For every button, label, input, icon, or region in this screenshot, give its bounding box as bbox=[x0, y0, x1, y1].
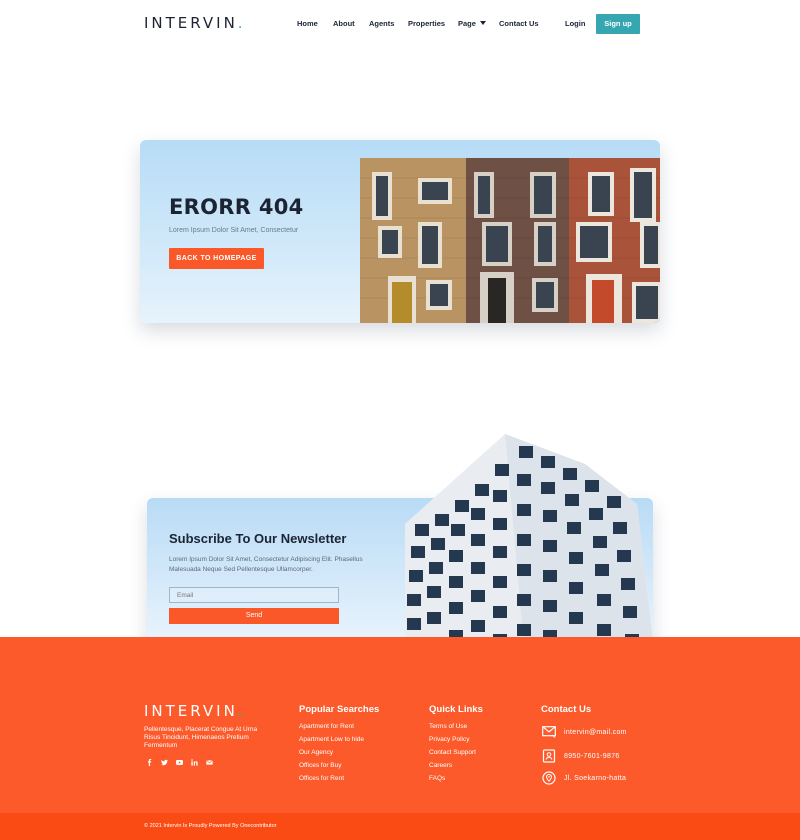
newsletter-email-input[interactable] bbox=[169, 587, 339, 603]
brand-logo[interactable]: INTERVIN. bbox=[144, 14, 246, 32]
quick-link[interactable]: Privacy Policy bbox=[429, 736, 476, 749]
contact-email-row[interactable]: intervin@mail.com bbox=[542, 726, 627, 738]
popular-search-link[interactable]: Offices for Buy bbox=[299, 762, 364, 775]
top-navbar: INTERVIN. Home About Agents Properties P… bbox=[0, 0, 800, 48]
copyright-text: © 2021 Intervin Is Proudly Powered By On… bbox=[144, 823, 277, 829]
quick-link[interactable]: Terms of Use bbox=[429, 723, 476, 736]
contact-us-title: Contact Us bbox=[541, 704, 592, 715]
quick-link[interactable]: Contact Support bbox=[429, 749, 476, 762]
error-subtitle: Lorem Ipsum Dolor Sit Amet, Consectetur bbox=[169, 227, 299, 234]
email-icon bbox=[542, 726, 556, 738]
chevron-down-icon bbox=[479, 21, 486, 25]
facebook-icon[interactable] bbox=[146, 759, 153, 766]
popular-searches-list: Apartment for Rent Apartment Low to hide… bbox=[299, 723, 364, 788]
popular-search-link[interactable]: Apartment Low to hide bbox=[299, 736, 364, 749]
newsletter-description: Lorem Ipsum Dolor Sit Amet, Consectetur … bbox=[169, 556, 363, 573]
linkedin-icon[interactable] bbox=[191, 759, 198, 766]
popular-search-link[interactable]: Offices for Rent bbox=[299, 775, 364, 788]
login-link[interactable]: Login bbox=[565, 19, 585, 28]
footer: INTERVIN. Pellentesque, Placerat Congue … bbox=[0, 637, 800, 813]
footer-logo[interactable]: INTERVIN. bbox=[144, 702, 246, 720]
contact-address: Jl. Soekarno-hatta bbox=[564, 774, 627, 782]
twitter-icon[interactable] bbox=[161, 759, 168, 766]
phone-book-icon bbox=[542, 749, 556, 763]
quick-link[interactable]: Careers bbox=[429, 762, 476, 775]
newsletter-title: Subscribe To Our Newsletter bbox=[169, 531, 347, 546]
popular-searches-title: Popular Searches bbox=[299, 704, 380, 715]
townhouse-building-image bbox=[360, 158, 660, 323]
quick-link[interactable]: FAQs bbox=[429, 775, 476, 788]
error-title: ERORR 404 bbox=[169, 195, 304, 219]
footer-bottom-bar: © 2021 Intervin Is Proudly Powered By On… bbox=[0, 813, 800, 840]
nav-properties-link[interactable]: Properties bbox=[408, 19, 445, 28]
contact-email: intervin@mail.com bbox=[564, 728, 627, 736]
contact-phone-row[interactable]: 8950-7601-9876 bbox=[542, 749, 620, 763]
tower-building-image bbox=[405, 434, 655, 658]
social-links bbox=[146, 759, 213, 766]
back-to-homepage-button[interactable]: BACK TO HOMEPAGE bbox=[169, 248, 264, 269]
error-card: ERORR 404 Lorem Ipsum Dolor Sit Amet, Co… bbox=[140, 140, 660, 323]
footer-description: Pellentesque, Placerat Congue At Urna Ri… bbox=[144, 726, 258, 749]
nav-about-link[interactable]: About bbox=[333, 19, 355, 28]
youtube-icon[interactable] bbox=[176, 759, 183, 766]
contact-phone: 8950-7601-9876 bbox=[564, 752, 620, 760]
quick-links-title: Quick Links bbox=[429, 704, 483, 715]
popular-search-link[interactable]: Our Agency bbox=[299, 749, 364, 762]
popular-search-link[interactable]: Apartment for Rent bbox=[299, 723, 364, 736]
newsletter-send-button[interactable]: Send bbox=[169, 608, 339, 624]
nav-contact-link[interactable]: Contact Us bbox=[499, 19, 539, 28]
nav-home-link[interactable]: Home bbox=[297, 19, 318, 28]
location-icon bbox=[542, 771, 556, 785]
signup-button[interactable]: Sign up bbox=[596, 14, 640, 34]
nav-page-label: Page bbox=[458, 19, 476, 28]
contact-address-row[interactable]: Jl. Soekarno-hatta bbox=[542, 771, 626, 785]
nav-page-dropdown[interactable]: Page bbox=[458, 19, 486, 28]
nav-agents-link[interactable]: Agents bbox=[369, 19, 394, 28]
mail-icon[interactable] bbox=[206, 759, 213, 766]
quick-links-list: Terms of Use Privacy Policy Contact Supp… bbox=[429, 723, 476, 788]
